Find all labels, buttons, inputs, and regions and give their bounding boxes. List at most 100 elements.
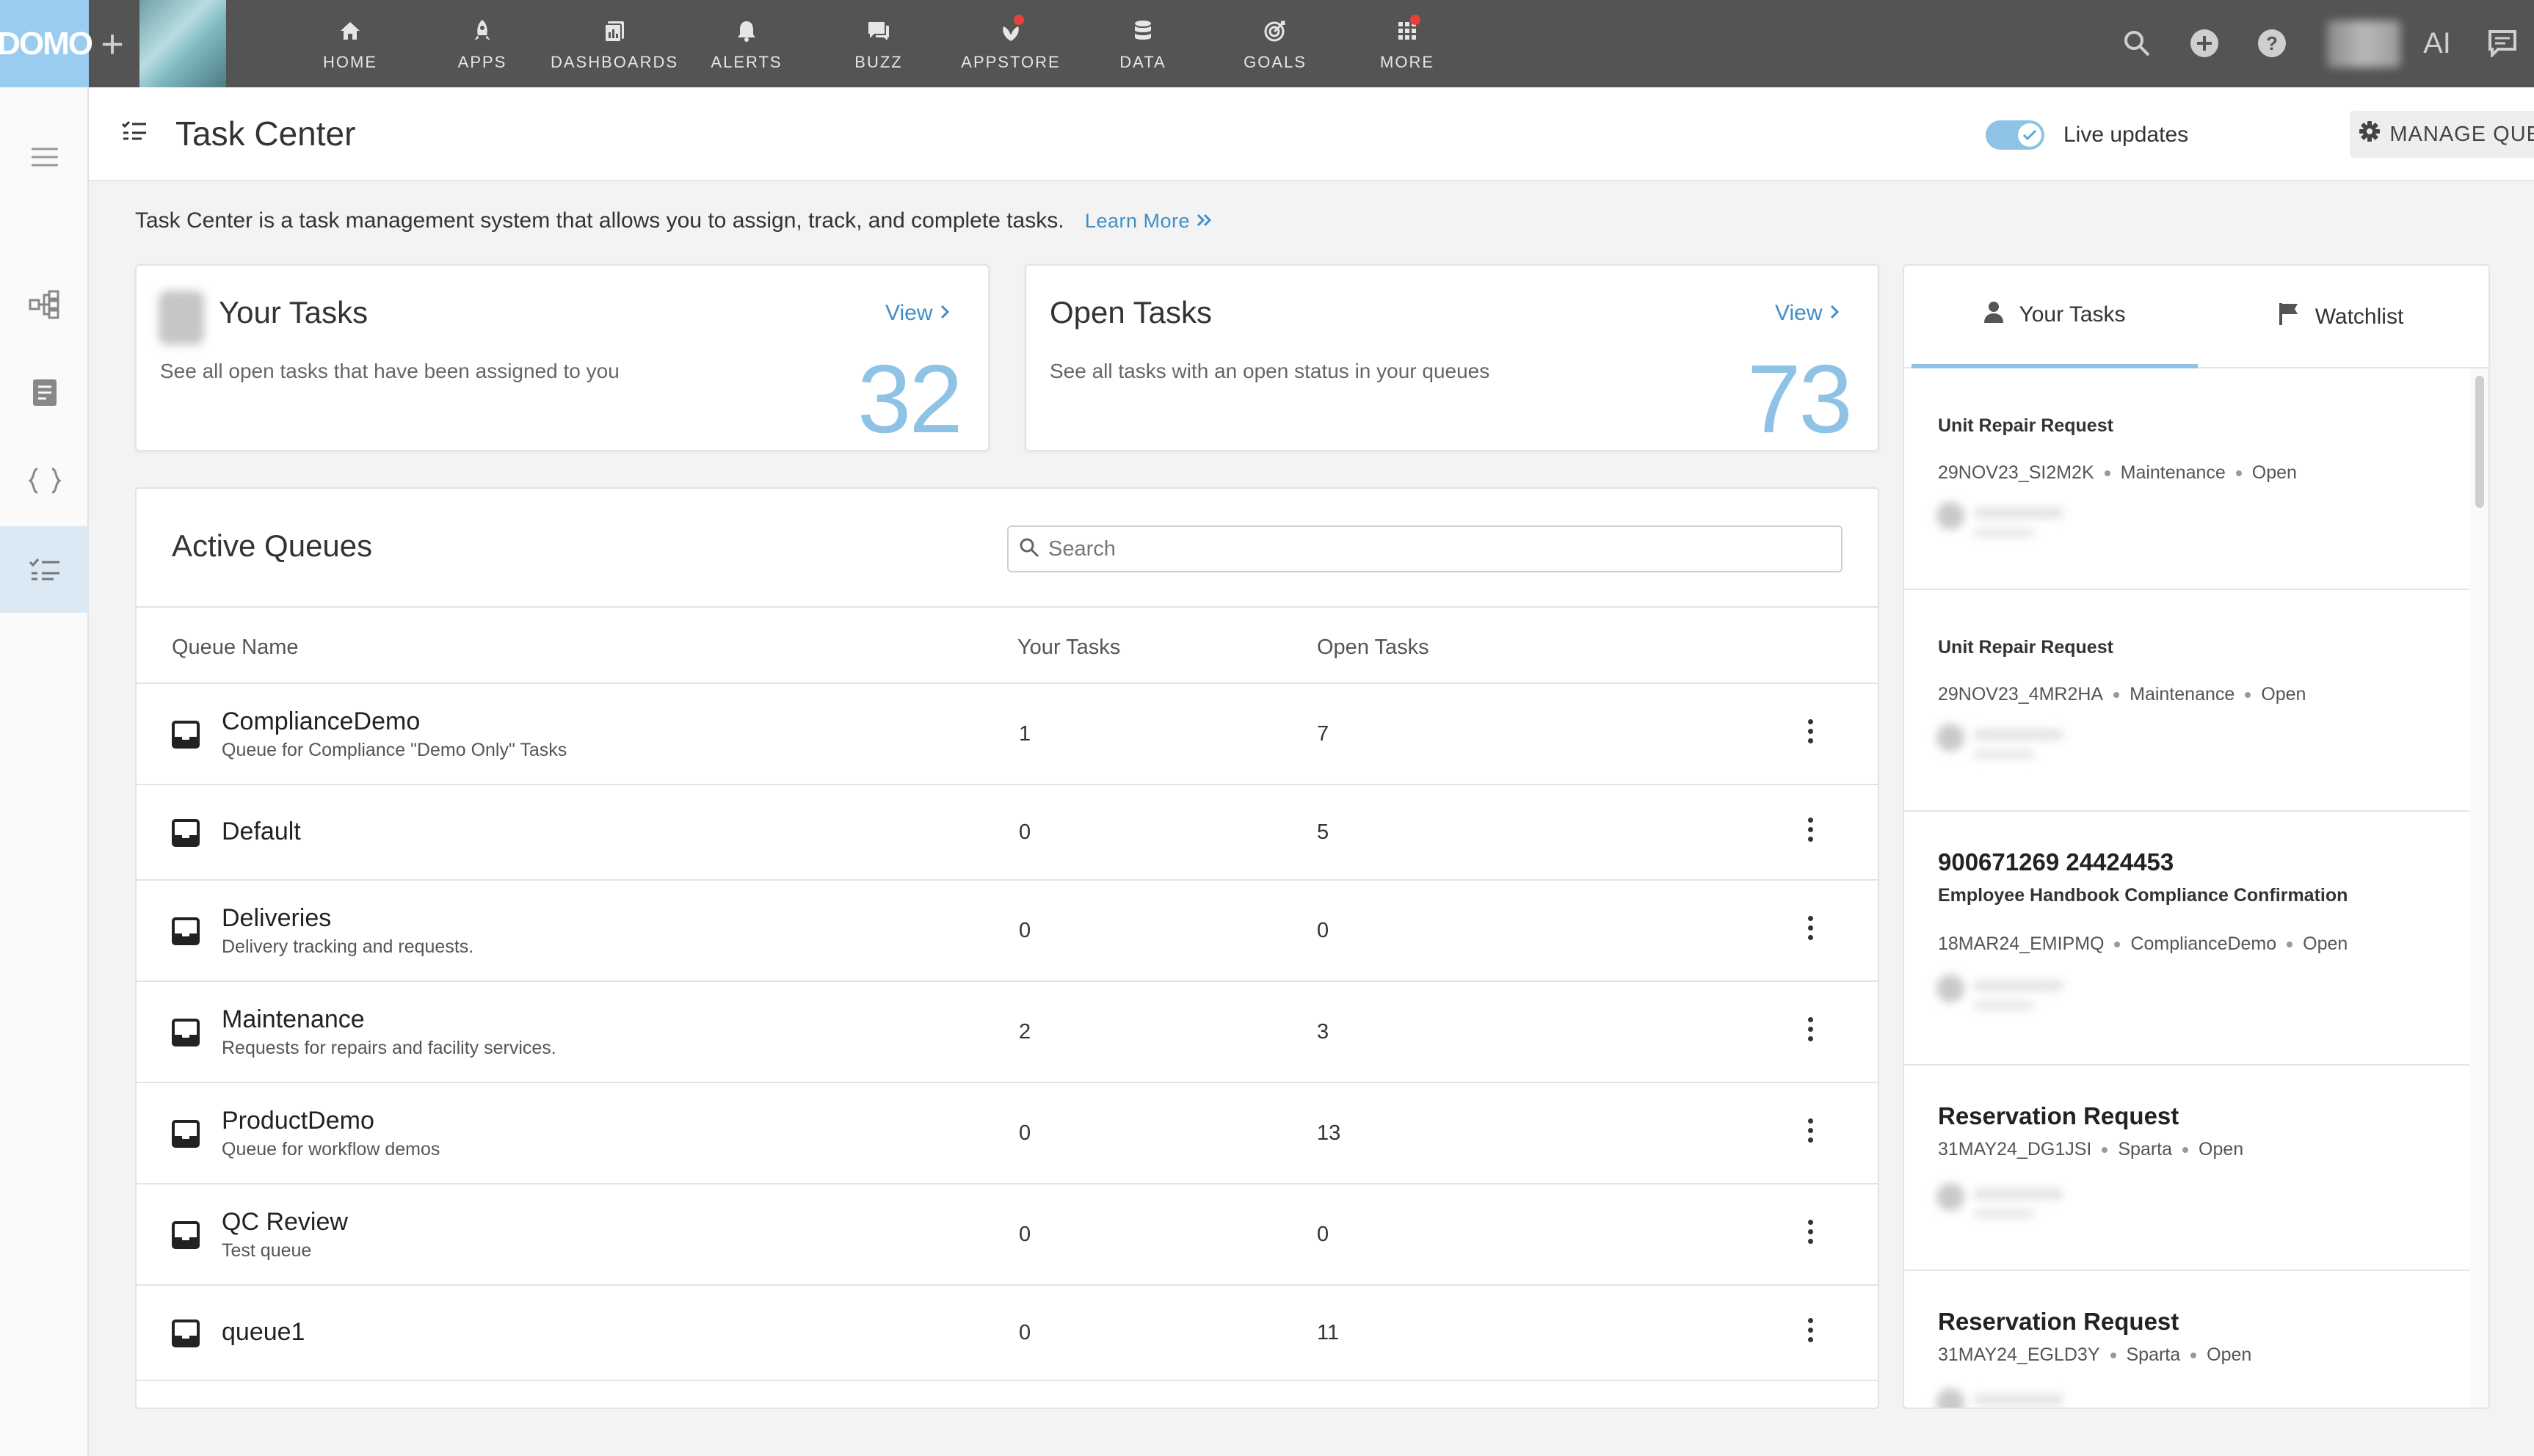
nav-buzz[interactable]: BUZZ — [820, 0, 937, 87]
queue-description: Queue for Compliance "Demo Only" Tasks — [222, 740, 567, 760]
help-icon[interactable]: ? — [2255, 26, 2289, 60]
more-vert-icon[interactable] — [1803, 719, 1818, 743]
more-vert-icon[interactable] — [1803, 1118, 1818, 1143]
task-queue: Maintenance — [2120, 462, 2226, 483]
task-center-icon[interactable] — [0, 526, 89, 613]
queue-search[interactable] — [1007, 525, 1843, 572]
task-status: Open — [2199, 1139, 2244, 1160]
grid-icon — [1393, 14, 1422, 46]
tab-watchlist[interactable]: Watchlist — [2198, 266, 2484, 368]
inbox-icon — [172, 1320, 200, 1351]
tab-your-tasks[interactable]: Your Tasks — [1912, 266, 2198, 368]
task-card[interactable]: Reservation Request 31MAY24_EGLD3Y Sparta… — [1904, 1271, 2469, 1408]
appstore-icon — [996, 14, 1025, 46]
your-tasks-view-link[interactable]: View — [885, 301, 950, 326]
view-label: View — [1775, 301, 1823, 325]
task-id: 29NOV23_SI2M2K — [1938, 462, 2094, 483]
more-vert-icon[interactable] — [1803, 1017, 1818, 1041]
card-description: See all open tasks that have been assign… — [160, 360, 620, 382]
column-header-open-tasks[interactable]: Open Tasks — [1317, 636, 1429, 660]
check-icon — [2018, 123, 2041, 147]
your-tasks-count: 32 — [857, 345, 963, 453]
queue-row[interactable]: QC Review Test queue 0 0 — [137, 1184, 1878, 1286]
card-title: Your Tasks — [219, 295, 369, 330]
user-avatar[interactable] — [2327, 21, 2400, 68]
card-description: See all tasks with an open status in you… — [1050, 360, 1490, 382]
queue-row[interactable]: Default 0 5 — [137, 785, 1878, 881]
column-header-your-tasks[interactable]: Your Tasks — [1017, 636, 1120, 660]
add-circle-icon[interactable] — [2188, 26, 2221, 60]
queue-row[interactable]: ProductDemo Queue for workflow demos 0 1… — [137, 1083, 1878, 1184]
your-tasks-card[interactable]: Your Tasks See all open tasks that have … — [135, 264, 990, 453]
nav-alerts[interactable]: ALERTS — [688, 0, 805, 87]
menu-icon[interactable] — [0, 114, 89, 200]
chat-bubble-icon[interactable] — [2486, 26, 2519, 60]
inbox-icon — [172, 1221, 200, 1253]
task-card[interactable]: Unit Repair Request 29NOV23_4MR2HA Mainte… — [1904, 590, 2469, 812]
document-icon[interactable] — [0, 349, 89, 436]
live-updates-toggle[interactable] — [1986, 120, 2044, 150]
learn-more-link[interactable]: Learn More — [1085, 210, 1213, 232]
manage-queues-button[interactable]: MANAGE QUEUES — [2350, 111, 2534, 158]
chevron-right-icon — [1829, 301, 1840, 326]
scrollbar-thumb[interactable] — [2475, 376, 2484, 508]
column-header-queue-name[interactable]: Queue Name — [172, 636, 299, 660]
queue-row[interactable]: Deliveries Delivery tracking and request… — [137, 881, 1878, 982]
nav-appstore[interactable]: APPSTORE — [952, 0, 1070, 87]
queue-row[interactable]: Maintenance Requests for repairs and fac… — [137, 982, 1878, 1083]
nav-goals[interactable]: GOALS — [1216, 0, 1334, 87]
queue-row[interactable]: ComplianceDemo Queue for Compliance "Dem… — [137, 684, 1878, 785]
new-plus-button[interactable]: + — [95, 22, 129, 66]
task-status: Open — [2303, 933, 2348, 954]
task-queue: Sparta — [2126, 1344, 2181, 1365]
task-card[interactable]: Reservation Request 31MAY24_DG1JSI Sparta… — [1904, 1066, 2469, 1271]
task-queue: ComplianceDemo — [2130, 933, 2277, 954]
more-vert-icon[interactable] — [1803, 916, 1818, 940]
more-vert-icon[interactable] — [1803, 818, 1818, 842]
flag-icon — [2279, 302, 2301, 332]
double-chevron-right-icon — [1196, 210, 1213, 232]
nav-apps[interactable]: APPS — [424, 0, 541, 87]
workflow-icon[interactable] — [0, 261, 89, 348]
ai-label: AI — [2423, 26, 2451, 59]
user-avatar-small — [159, 291, 204, 345]
nav-home[interactable]: HOME — [291, 0, 409, 87]
queue-description: Requests for repairs and facility servic… — [222, 1038, 556, 1058]
task-card[interactable]: 900671269 24424453 Employee Handbook Com… — [1904, 812, 2469, 1066]
task-card[interactable]: Unit Repair Request 29NOV23_SI2M2K Mainte… — [1904, 368, 2469, 590]
more-vert-icon[interactable] — [1803, 1220, 1818, 1244]
inbox-icon — [172, 721, 200, 752]
ai-assistant-icon[interactable]: AI — [2415, 26, 2459, 60]
open-tasks-card[interactable]: Open Tasks See all tasks with an open st… — [1025, 264, 1879, 453]
queue-open-count: 0 — [1317, 919, 1329, 942]
queue-name: ProductDemo — [222, 1107, 374, 1135]
queue-your-count: 0 — [1019, 1121, 1031, 1145]
task-heading: Reservation Request — [1938, 1102, 2179, 1129]
nav-label: GOALS — [1244, 52, 1307, 71]
task-meta: 29NOV23_SI2M2K Maintenance Open — [1938, 462, 2297, 484]
nav-label: ALERTS — [711, 52, 783, 71]
nav-more[interactable]: MORE — [1348, 0, 1466, 87]
assignee-avatar — [1934, 972, 2080, 1023]
chevron-right-icon — [940, 301, 950, 326]
nav-label: BUZZ — [854, 52, 903, 71]
queue-row[interactable]: queue1 0 11 — [137, 1286, 1878, 1381]
more-vert-icon[interactable] — [1803, 1318, 1818, 1342]
bell-icon — [732, 16, 761, 46]
nav-data[interactable]: DATA — [1084, 0, 1202, 87]
inbox-icon — [172, 1019, 200, 1050]
person-icon — [1983, 300, 2004, 330]
search-input[interactable] — [1048, 536, 1782, 561]
task-list-scrollbar[interactable] — [2469, 368, 2488, 1408]
code-braces-icon[interactable] — [0, 437, 89, 524]
task-heading: 900671269 24424453 — [1938, 848, 2174, 876]
view-label: View — [885, 301, 933, 325]
left-rail — [0, 87, 89, 1456]
nav-dashboards[interactable]: DASHBOARDS — [551, 0, 677, 87]
open-tasks-view-link[interactable]: View — [1775, 301, 1840, 326]
domo-logo[interactable]: DOMO — [0, 0, 93, 87]
search-icon[interactable] — [2120, 26, 2154, 60]
learn-more-label: Learn More — [1084, 210, 1190, 232]
inbox-icon — [172, 917, 200, 949]
instance-thumbnail[interactable] — [139, 0, 226, 87]
